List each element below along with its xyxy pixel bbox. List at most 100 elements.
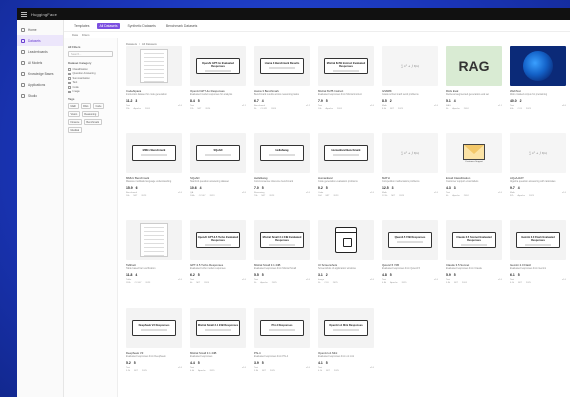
card-thumbnail[interactable]: ∑ x² + ∫ f(x)	[382, 46, 438, 86]
card-version: v1.0	[177, 367, 182, 369]
column-count: 5	[133, 361, 136, 365]
card-thumbnail[interactable]: Phi-4 Responses	[254, 308, 310, 348]
column-count: 5	[261, 186, 264, 190]
card-footer: Text v1.0	[254, 367, 310, 369]
tab-all-datasets[interactable]: All Datasets	[97, 22, 120, 29]
dataset-card[interactable]: Claude 3.5 Sonnet Evaluated Responses Cla…	[446, 220, 502, 302]
card-thumbnail[interactable]: DeepSeek V3 Responses	[126, 308, 182, 348]
card-thumbnail[interactable]: Qwen2.5 72B Responses	[382, 220, 438, 260]
filter-tag[interactable]: Benchmark	[83, 119, 102, 125]
sidebar-item-applications[interactable]: Applications	[17, 79, 63, 90]
dataset-card[interactable]: DeepSeek V3 Responses DeepSeek V3 Evaluate…	[126, 308, 182, 390]
dataset-card[interactable]: RAG RAG Eval Retrieval augmented generatio…	[446, 46, 502, 128]
brand-logo[interactable]: HuggingFace	[31, 12, 57, 17]
dataset-card[interactable]: Gemini 2.0 Flash Evaluated Responses Gemi…	[510, 220, 566, 302]
sidebar-item-ai-models[interactable]: AI Models	[17, 57, 63, 68]
card-thumbnail[interactable]: Mistral Small 3.1 24B Responses	[190, 308, 246, 348]
dataset-card[interactable]: OpenAI o1 Mini Responses OpenAI o1 Mini Ev…	[318, 308, 374, 390]
card-year: 2023	[528, 195, 534, 197]
card-thumbnail[interactable]: Claude 3.5 Sonnet Evaluated Responses	[446, 220, 502, 260]
card-year: 2025	[209, 370, 215, 372]
dataset-card[interactable]: CodeAlpaca Instruction dataset for code g…	[126, 46, 182, 128]
card-thumbnail[interactable]: Llama 3 Benchmark Results	[254, 46, 310, 86]
sidebar-item-leaderboards[interactable]: Leaderboards	[17, 46, 63, 57]
dataset-card[interactable]: OpenAI GPT-3.5 Turbo Evaluated Responses…	[190, 220, 246, 302]
card-thumbnail[interactable]	[510, 46, 566, 86]
card-thumbnail[interactable]	[126, 46, 182, 86]
card-thumbnail[interactable]	[318, 220, 374, 260]
card-thumbnail[interactable]: ∑ x² + ∫ f(x)	[382, 133, 438, 173]
subnav-data[interactable]: Data	[72, 33, 78, 37]
subnav-filters[interactable]: Filters	[82, 33, 90, 37]
sidebar-item-home[interactable]: Home	[17, 24, 63, 35]
dataset-card[interactable]: ∑ x² + ∫ f(x) MATH Competition mathematics…	[382, 133, 438, 215]
dataset-card[interactable]: SQuAD SQuAD Stanford question answering da…	[190, 133, 246, 215]
dataset-card[interactable]: Llama 3 Benchmark Results Llama 3 Benchma…	[254, 46, 310, 128]
filter-tag[interactable]: Medical	[68, 127, 82, 133]
card-thumbnail[interactable]	[126, 220, 182, 260]
hamburger-menu-icon[interactable]	[21, 11, 27, 17]
dataset-card[interactable]: Customer Support Email Classification Cust…	[446, 133, 502, 215]
checkbox-icon[interactable]	[68, 77, 71, 80]
card-thumbnail[interactable]: HumanEval Benchmark	[318, 133, 374, 173]
dataset-card[interactable]: ∑ x² + ∫ f(x) AQuA-RAT Algebra question an…	[510, 133, 566, 215]
filter-search-input[interactable]: Search...	[68, 51, 113, 57]
card-thumbnail[interactable]: SQuAD	[190, 133, 246, 173]
card-thumbnail[interactable]: Mixtral 8x7B Instruct Evaluated Response…	[318, 46, 374, 86]
dataset-card[interactable]: OpenAI GPT-4o Evaluated Responses OpenAI …	[190, 46, 246, 128]
checkbox-icon[interactable]	[68, 86, 71, 89]
dataset-card[interactable]: Mistral Small 3.1 24B Evaluated Response…	[254, 220, 310, 302]
tab-synthetic-datasets[interactable]: Synthetic Datasets	[126, 23, 158, 29]
card-thumbnail[interactable]: MMLU Benchmark	[126, 133, 182, 173]
document-preview: Gemini 2.0 Flash Evaluated Responses	[516, 232, 560, 248]
dataset-card[interactable]: TabFact Table based fact verification 11.8…	[126, 220, 182, 302]
checkbox-icon[interactable]	[68, 68, 71, 71]
card-footer: Benchmark v1.2	[254, 105, 310, 107]
card-footer-meta: 8.5k MIT 2023	[382, 108, 438, 110]
dataset-card[interactable]: MMLU Benchmark MMLU Benchmark Massive mult…	[126, 133, 182, 215]
dataset-card[interactable]: Qwen2.5 72B Responses Qwen2.5 72B Evaluate…	[382, 220, 438, 302]
card-thumbnail[interactable]: Customer Support	[446, 133, 502, 173]
sidebar-item-datasets[interactable]: Datasets	[17, 35, 63, 46]
app-window-icon	[335, 227, 357, 253]
dataset-card[interactable]: HumanEval Benchmark HumanEval Code generat…	[318, 133, 374, 215]
dataset-card[interactable]: Mixtral 8x7B Instruct Evaluated Response…	[318, 46, 374, 128]
card-thumbnail[interactable]: ∑ x² + ∫ f(x)	[510, 133, 566, 173]
card-thumbnail[interactable]: Gemini 2.0 Flash Evaluated Responses	[510, 220, 566, 260]
dataset-card[interactable]: ∑ x² + ∫ f(x) GSM8K Grade school math word…	[382, 46, 438, 128]
card-tag: Text	[190, 367, 195, 369]
sidebar-item-label: Studio	[28, 93, 38, 98]
filter-checkbox[interactable]: Image	[68, 90, 113, 95]
filter-tag[interactable]: Vision	[68, 111, 80, 117]
card-thumbnail[interactable]: OpenAI GPT-4o Evaluated Responses	[190, 46, 246, 86]
card-thumbnail[interactable]: Mistral Small 3.1 24B Evaluated Response…	[254, 220, 310, 260]
tab-templates[interactable]: Templates	[72, 23, 91, 29]
document-preview: Llama 3 Benchmark Results	[260, 58, 304, 74]
dataset-card[interactable]: Mistral Small 3.1 24B Responses Mistral S…	[190, 308, 246, 390]
card-thumbnail[interactable]: OpenAI GPT-3.5 Turbo Evaluated Responses	[190, 220, 246, 260]
checkbox-icon[interactable]	[68, 81, 71, 84]
card-description: Evaluated responses from Mistral Small	[254, 267, 297, 270]
checkbox-icon[interactable]	[68, 90, 71, 93]
card-footer: Text v1.0	[190, 279, 246, 281]
card-thumbnail[interactable]: RAG	[446, 46, 502, 86]
card-thumbnail[interactable]: OpenAI o1 Mini Responses	[318, 308, 374, 348]
filter-tag[interactable]: RAG	[80, 103, 91, 109]
filter-tag[interactable]: Code	[92, 103, 104, 109]
tab-benchmark-datasets[interactable]: Benchmark Datasets	[164, 23, 199, 29]
dataset-card[interactable]: WebText Web crawled corpus for pretrainin…	[510, 46, 566, 128]
card-version: v1.1	[497, 105, 502, 107]
dataset-card[interactable]: HellaSwag HellaSwag Commonsense inference …	[254, 133, 310, 215]
sidebar-item-studio[interactable]: Studio	[17, 90, 63, 101]
filter-tag[interactable]: Math	[68, 103, 79, 109]
filter-tag[interactable]: Reasoning	[81, 111, 99, 117]
card-year: 2024	[461, 282, 467, 284]
dataset-card[interactable]: UI Screenshots Screenshots of application…	[318, 220, 374, 302]
card-footer-meta: 164 MIT 2023	[318, 195, 374, 197]
checkbox-icon[interactable]	[68, 72, 71, 75]
sidebar-item-knowledge-bases[interactable]: Knowledge Bases	[17, 68, 63, 79]
filter-tag[interactable]: Finance	[68, 119, 82, 125]
card-description: Code generation evaluation problems	[318, 180, 358, 183]
card-thumbnail[interactable]: HellaSwag	[254, 133, 310, 173]
dataset-card[interactable]: Phi-4 Responses Phi-4 Evaluated responses …	[254, 308, 310, 390]
